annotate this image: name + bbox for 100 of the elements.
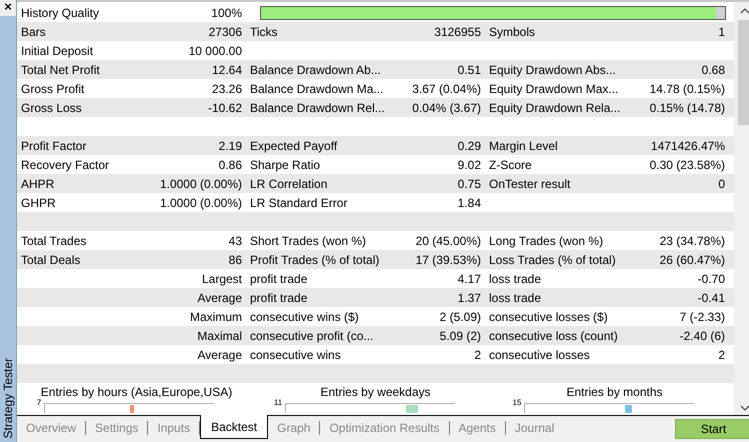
stat-value: -0.70	[698, 272, 725, 286]
stat-label: Long Trades (won %)	[489, 234, 604, 248]
stat-value: 12.64	[212, 62, 242, 76]
tab[interactable]: Journal	[506, 421, 564, 435]
stat-label: AHPR	[21, 176, 54, 190]
stat-label: Maximal	[197, 328, 242, 342]
scroll-up-icon[interactable]	[740, 8, 749, 14]
stat-label: Total Deals	[21, 252, 80, 266]
stat-label: profit trade	[250, 272, 308, 286]
stat-label: Equity Drawdown Rela...	[489, 100, 620, 114]
stat-label: consecutive losses ($)	[489, 310, 608, 324]
stat-label: Expected Payoff	[250, 138, 338, 152]
stat-label: Gross Loss	[21, 100, 82, 114]
stat-value: 0.04% (3.67)	[412, 100, 481, 114]
stat-value: 27306	[208, 24, 242, 38]
stat-label: Maximum	[190, 310, 242, 324]
stat-value: 1	[718, 24, 725, 38]
chart-title: Entries by months	[566, 385, 663, 399]
stat-label: consecutive wins ($)	[250, 310, 359, 324]
stat-value: 9.02	[458, 158, 481, 172]
panel-title: Strategy Tester	[1, 358, 15, 438]
stat-value: 7 (-2.33)	[680, 310, 725, 324]
stat-value: 1.84	[458, 196, 481, 210]
axis-tick-label: 15	[512, 399, 522, 407]
stat-value: 2 (5.09)	[440, 310, 481, 324]
tab[interactable]: Agents	[450, 421, 506, 435]
stat-value: 2.19	[218, 138, 242, 152]
chart-title: Entries by hours (Asia,Europe,USA)	[40, 385, 232, 399]
stat-value: 0.30 (23.58%)	[650, 158, 725, 172]
stat-label: History Quality	[21, 6, 100, 20]
stat-label: Margin Level	[489, 138, 558, 152]
stat-value: 20 (45.00%)	[416, 234, 481, 248]
stat-value: -10.62	[208, 100, 242, 114]
stat-value: 14.78 (0.15%)	[650, 82, 725, 96]
stat-value: 3126955	[434, 24, 481, 38]
stat-label: LR Standard Error	[250, 196, 348, 210]
stat-value: 0.29	[458, 138, 481, 152]
stat-label: Total Net Profit	[21, 62, 100, 76]
stat-value: 0.51	[458, 62, 481, 76]
tab[interactable]: Overview	[17, 421, 86, 435]
scroll-down-icon[interactable]	[740, 405, 749, 411]
stat-label: loss trade	[489, 290, 542, 304]
stat-label: Total Trades	[21, 234, 86, 248]
stat-value: 17 (39.53%)	[416, 252, 481, 266]
stat-label: consecutive profit (co...	[250, 328, 374, 342]
start-button[interactable]: Start	[675, 419, 749, 439]
stat-label: GHPR	[21, 196, 56, 210]
tab[interactable]: Graph	[268, 421, 320, 435]
stat-value: 1.37	[458, 290, 481, 304]
close-icon[interactable]: ×	[0, 0, 16, 16]
stat-label: loss trade	[489, 272, 542, 286]
stat-value: 0.86	[218, 158, 242, 172]
stat-value: 1.0000 (0.00%)	[160, 196, 242, 210]
scrollbar-thumb[interactable]	[738, 20, 749, 125]
stat-value: 0.68	[702, 62, 725, 76]
stat-value: 23.26	[212, 82, 242, 96]
tab[interactable]: Backtest	[200, 415, 268, 439]
stat-label: Z-Score	[489, 158, 532, 172]
stat-label: consecutive loss (count)	[489, 328, 618, 342]
stat-value: 4.17	[458, 272, 481, 286]
stat-value: 43	[228, 234, 242, 248]
stat-label: LR Correlation	[250, 176, 328, 190]
axis-tick-label: 7	[36, 399, 42, 407]
stat-label: Profit Trades (% of total)	[250, 252, 380, 266]
stat-label: Loss Trades (% of total)	[489, 252, 616, 266]
stat-value: 0	[718, 176, 725, 190]
tab[interactable]: Optimization Results	[320, 421, 450, 435]
stat-label: Average	[198, 348, 242, 362]
stat-label: Equity Drawdown Abs...	[489, 62, 616, 76]
stat-label: Average	[198, 290, 242, 304]
stat-value: 5.09 (2)	[440, 328, 481, 342]
stat-value: 26 (60.47%)	[660, 252, 725, 266]
stat-value: 1471426.47%	[650, 138, 725, 152]
stat-value: -2.40 (6)	[680, 328, 725, 342]
stat-label: Recovery Factor	[21, 158, 110, 172]
stat-label: Bars	[21, 24, 46, 38]
stat-value: 2	[474, 348, 481, 362]
stat-label: Gross Profit	[21, 82, 84, 96]
stat-value: 10 000.00	[188, 44, 242, 58]
stat-label: Symbols	[489, 24, 536, 38]
stat-label: Short Trades (won %)	[250, 234, 366, 248]
stat-label: Largest	[202, 272, 242, 286]
stat-label: Ticks	[250, 24, 278, 38]
chart-title: Entries by weekdays	[320, 385, 431, 399]
stat-label: consecutive losses	[489, 348, 590, 362]
stat-label: Profit Factor	[21, 138, 86, 152]
stat-value: 0.15% (14.78)	[650, 100, 725, 114]
stat-value: -0.41	[698, 290, 725, 304]
stat-label: Initial Deposit	[21, 44, 94, 58]
stat-label: profit trade	[250, 290, 308, 304]
stat-label: Sharpe Ratio	[250, 158, 320, 172]
stat-value: 23 (34.78%)	[660, 234, 725, 248]
stat-value: 86	[228, 252, 242, 266]
stat-value: 2	[718, 348, 725, 362]
stat-label: Equity Drawdown Max...	[489, 82, 618, 96]
stat-value: 100%	[211, 6, 242, 20]
stat-label: consecutive wins	[250, 348, 341, 362]
tab[interactable]: Settings	[86, 421, 148, 435]
stat-label: OnTester result	[489, 176, 570, 190]
stat-value: 1.0000 (0.00%)	[160, 176, 242, 190]
